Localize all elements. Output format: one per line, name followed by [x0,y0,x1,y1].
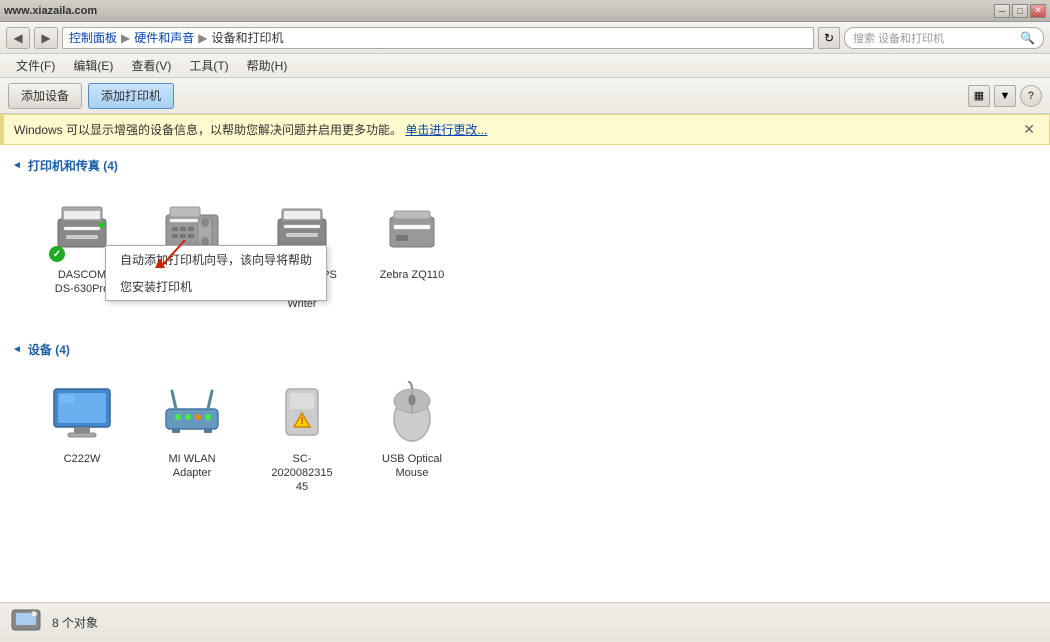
status-bar-text: 8 个对象 [52,614,98,631]
help-button[interactable]: ? [1020,85,1042,107]
printer-item-zebra[interactable]: Zebra ZQ110 [362,184,462,321]
breadcrumb-item-1[interactable]: 控制面板 [69,29,117,46]
view-dropdown-button[interactable]: ▼ [994,85,1016,107]
title-controls: ─ □ ✕ [994,4,1046,18]
device-item-mouse[interactable]: USB Optical Mouse [362,368,462,505]
printers-section-header: ◄ 打印机和传真 (4) [12,157,1038,174]
devices-section-header: ◄ 设备 (4) [12,341,1038,358]
search-placeholder: 搜索 设备和打印机 [853,30,944,46]
svg-text:!: ! [300,416,303,427]
toolbar: 添加设备 添加打印机 ▦ ▼ ? [0,78,1050,114]
menu-bar: 文件(F) 编辑(E) 查看(V) 工具(T) 帮助(H) [0,54,1050,78]
monitor-icon [47,378,117,448]
devices-collapse-arrow[interactable]: ◄ [12,344,22,355]
mouse-icon [377,378,447,448]
toolbar-right: ▦ ▼ ? [968,85,1042,107]
menu-help[interactable]: 帮助(H) [239,55,296,76]
dascom-label: DASCOM DS-630Pro [55,268,109,297]
search-icon: 🔍 [1020,31,1035,45]
device-item-wlan[interactable]: MI WLAN Adapter [142,368,242,505]
close-button[interactable]: ✕ [1030,4,1046,18]
wlan-icon [157,378,227,448]
nav-bar: ◀ ▶ 控制面板 ▶ 硬件和声音 ▶ 设备和打印机 ↻ 搜索 设备和打印机 🔍 [0,22,1050,54]
maximize-button[interactable]: □ [1012,4,1028,18]
dascom-status-ok: ✓ [49,246,65,262]
search-bar[interactable]: 搜索 设备和打印机 🔍 [844,27,1044,49]
title-url: www.xiazaila.com [4,5,97,17]
content-area: ◄ 打印机和传真 (4) [0,145,1050,602]
back-button[interactable]: ◀ [6,27,30,49]
view-toggle-button[interactable]: ▦ [968,85,990,107]
devices-grid: C222W [12,368,1038,505]
menu-edit[interactable]: 编辑(E) [65,55,121,76]
tooltip-menu-item-2[interactable]: 您安装打印机 [106,273,326,300]
minimize-button[interactable]: ─ [994,4,1010,18]
sc-label: SC-2020082315 45 [262,452,342,495]
sc-icon: ! [267,378,337,448]
status-bar: 8 个对象 [0,602,1050,642]
tooltip-menu: 自动添加打印机向导，该向导将帮助 您安装打印机 [105,245,327,301]
menu-view[interactable]: 查看(V) [123,55,179,76]
notification-close-button[interactable]: ✕ [1019,121,1039,138]
menu-file[interactable]: 文件(F) [8,55,63,76]
tooltip-arrow [155,240,195,273]
add-device-button[interactable]: 添加设备 [8,83,82,109]
notification-text: Windows 可以显示增强的设备信息，以帮助您解决问题并启用更多功能。 单击进… [14,121,487,138]
menu-tools[interactable]: 工具(T) [181,55,236,76]
notification-link[interactable]: 单击进行更改... [405,123,487,137]
printers-collapse-arrow[interactable]: ◄ [12,160,22,171]
monitor-label: C222W [64,452,101,466]
zebra-label: Zebra ZQ110 [380,268,445,282]
wlan-label: MI WLAN Adapter [168,452,215,481]
breadcrumb: 控制面板 ▶ 硬件和声音 ▶ 设备和打印机 [62,27,814,49]
window-body: ◀ ▶ 控制面板 ▶ 硬件和声音 ▶ 设备和打印机 ↻ 搜索 设备和打印机 🔍 … [0,22,1050,642]
device-item-monitor[interactable]: C222W [32,368,132,505]
status-bar-icon [10,604,42,642]
refresh-button[interactable]: ↻ [818,27,840,49]
devices-section-title: 设备 (4) [28,341,70,358]
mouse-label: USB Optical Mouse [382,452,442,481]
tooltip-menu-item-1[interactable]: 自动添加打印机向导，该向导将帮助 [106,246,326,273]
printer-icon-zebra [377,194,447,264]
breadcrumb-item-3: 设备和打印机 [212,29,284,46]
breadcrumb-item-2[interactable]: 硬件和声音 [134,29,194,46]
title-bar-left: www.xiazaila.com [4,5,97,17]
title-bar: www.xiazaila.com ─ □ ✕ [0,0,1050,22]
notification-bar: Windows 可以显示增强的设备信息，以帮助您解决问题并启用更多功能。 单击进… [0,114,1050,145]
device-item-sc[interactable]: ! SC-2020082315 45 [252,368,352,505]
add-printer-button[interactable]: 添加打印机 [88,83,174,109]
forward-button[interactable]: ▶ [34,27,58,49]
printers-section-title: 打印机和传真 (4) [28,157,118,174]
